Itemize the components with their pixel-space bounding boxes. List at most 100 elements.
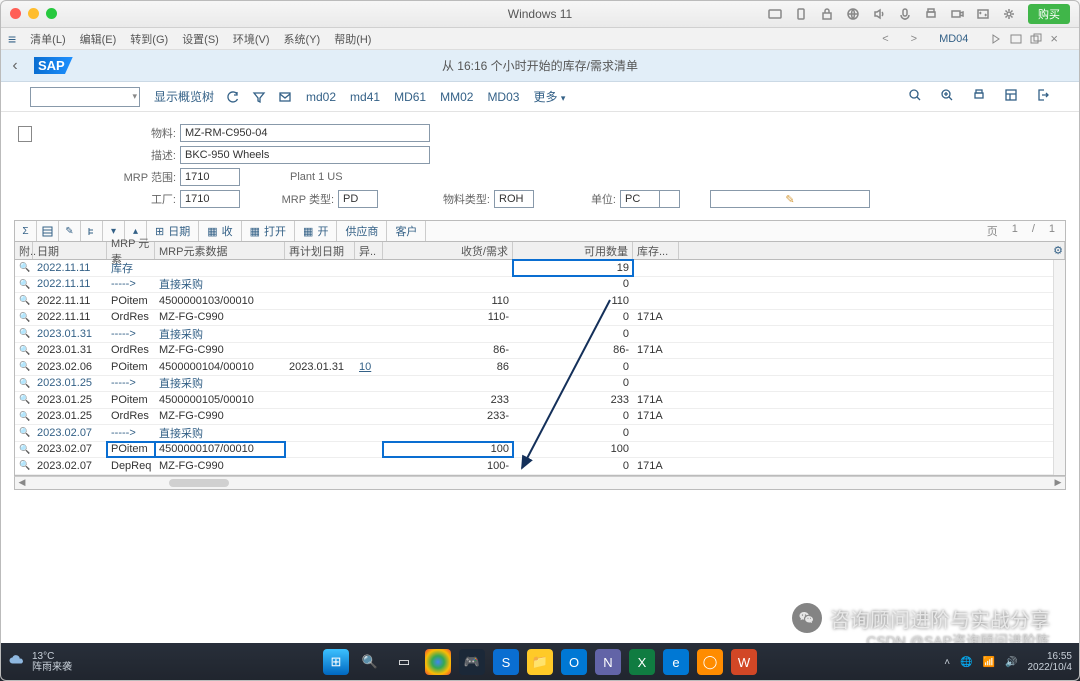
col-recreq[interactable]: 收货/需求 <box>383 242 513 259</box>
tcode-link[interactable]: md02 <box>306 90 336 104</box>
detail-icon[interactable]: 🔍 <box>19 345 30 356</box>
back-button[interactable]: ‹ <box>0 57 30 75</box>
sound-icon[interactable] <box>872 7 886 21</box>
tray-volume-icon[interactable]: 🔊 <box>1005 657 1017 668</box>
camera-icon[interactable] <box>950 7 964 21</box>
chevron-right-icon[interactable]: > <box>911 33 917 45</box>
layout-icon[interactable] <box>1004 88 1018 105</box>
zoom-dot[interactable] <box>46 8 57 19</box>
menu-item[interactable]: 帮助(H) <box>334 31 371 47</box>
col-date[interactable]: 日期 <box>33 242 107 259</box>
mrparea-input[interactable]: 1710 <box>180 168 240 186</box>
uom-input[interactable]: PC <box>620 190 660 208</box>
tcode-link[interactable]: MD61 <box>394 90 426 104</box>
chevron-left-icon[interactable]: < <box>882 33 888 45</box>
sap-icon[interactable]: S <box>493 649 519 675</box>
search-plus-icon[interactable] <box>940 88 954 105</box>
edit-icon[interactable]: ✎ <box>59 221 81 241</box>
cell-exception[interactable]: 10 <box>355 359 383 375</box>
weather-widget[interactable]: 13°C阵雨来袭 <box>8 651 72 673</box>
minimize-dot[interactable] <box>28 8 39 19</box>
start-icon[interactable]: ⊞ <box>323 649 349 675</box>
keyboard-icon[interactable] <box>768 7 782 21</box>
detail-icon[interactable]: 🔍 <box>19 427 30 438</box>
buy-button[interactable]: 购买 <box>1028 4 1070 24</box>
show-tree-link[interactable]: 显示概览树 <box>154 88 214 105</box>
table-row[interactable]: 🔍2022.11.11OrdResMZ-FG-C990110-0171A <box>15 310 1065 327</box>
detail-icon[interactable]: 🔍 <box>19 460 30 471</box>
detail-icon[interactable]: 🔍 <box>19 361 30 372</box>
vendor-button[interactable]: 供应商 <box>337 221 387 241</box>
overlap-icon[interactable] <box>1030 33 1042 45</box>
grid-settings-icon[interactable]: ⚙ <box>1053 244 1063 257</box>
app-icon[interactable]: ◯ <box>697 649 723 675</box>
device-icon[interactable] <box>794 7 808 21</box>
folder-icon[interactable]: 📁 <box>527 649 553 675</box>
table-row[interactable]: 🔍2023.01.25POitem4500000105/000102332331… <box>15 392 1065 409</box>
tray-lang-icon[interactable]: 🌐 <box>960 657 972 668</box>
print-icon[interactable] <box>924 7 938 21</box>
system-tray[interactable]: ˄ 🌐 📶 🔊 16:55 2022/10/4 <box>944 651 1072 673</box>
menu-item[interactable]: 编辑(E) <box>80 31 117 47</box>
tray-wifi-icon[interactable]: 📶 <box>983 657 995 668</box>
globe-icon[interactable] <box>846 7 860 21</box>
vertical-scrollbar[interactable] <box>1053 260 1065 475</box>
detail-icon[interactable]: 🔍 <box>19 444 30 455</box>
gear-icon[interactable] <box>1002 7 1016 21</box>
print-icon[interactable] <box>972 88 986 105</box>
detail-icon[interactable] <box>37 221 59 241</box>
menu-item[interactable]: 环境(V) <box>233 31 270 47</box>
material-input[interactable]: MZ-RM-C950-04 <box>180 124 430 142</box>
col-mrpdata[interactable]: MRP元素数据 <box>155 242 285 259</box>
detail-icon[interactable]: 🔍 <box>19 394 30 405</box>
table-row[interactable]: 🔍2022.11.11POitem4500000103/00010110110 <box>15 293 1065 310</box>
tcode-label[interactable]: MD04 <box>939 33 968 45</box>
detail-icon[interactable]: 🔍 <box>19 328 30 339</box>
onenote-icon[interactable]: N <box>595 649 621 675</box>
table-row[interactable]: 🔍2023.02.07DepReqMZ-FG-C990100-0171A <box>15 458 1065 475</box>
table-row[interactable]: 🔍2022.11.11库存19 <box>15 260 1065 277</box>
open-button[interactable]: ▦打开 <box>242 221 295 241</box>
detail-icon[interactable]: 🔍 <box>19 295 30 306</box>
detail-icon[interactable]: 🔍 <box>19 312 30 323</box>
mic-icon[interactable] <box>898 7 912 21</box>
menu-item[interactable]: 设置(S) <box>182 31 219 47</box>
material-extra-button[interactable]: ✎ <box>710 190 870 208</box>
close-dot[interactable] <box>10 8 21 19</box>
close-icon[interactable]: × <box>1050 31 1058 46</box>
uom-help[interactable] <box>660 190 680 208</box>
col-mrpel[interactable]: MRP 元素 <box>107 242 155 259</box>
tcode-link[interactable]: MD03 <box>487 90 519 104</box>
mrptype-input[interactable]: PD <box>338 190 378 208</box>
steam-icon[interactable]: 🎮 <box>459 649 485 675</box>
plant-input[interactable]: 1710 <box>180 190 240 208</box>
col-exc[interactable]: 异.. <box>355 242 383 259</box>
command-field[interactable]: ▾ <box>30 87 140 107</box>
excel-icon[interactable]: X <box>629 649 655 675</box>
search-task-icon[interactable]: 🔍 <box>357 649 383 675</box>
menu-item[interactable]: 清单(L) <box>30 31 65 47</box>
receive-button[interactable]: ▦收 <box>199 221 241 241</box>
detail-icon[interactable]: 🔍 <box>19 378 30 389</box>
tcode-link[interactable]: MM02 <box>440 90 473 104</box>
table-row[interactable]: 🔍2022.11.11----->直接采购0 <box>15 277 1065 294</box>
table-row[interactable]: 🔍2023.02.07POitem4500000107/00010100100 <box>15 442 1065 459</box>
table-row[interactable]: 🔍2023.01.31----->直接采购0 <box>15 326 1065 343</box>
detail-icon[interactable]: 🔍 <box>19 262 30 273</box>
document-icon[interactable] <box>18 126 32 142</box>
horizontal-scrollbar[interactable]: ◀▶ <box>14 476 1066 490</box>
filter-icon[interactable] <box>252 90 266 104</box>
sum-icon[interactable]: Σ <box>15 221 37 241</box>
exit-icon[interactable] <box>1036 88 1050 105</box>
more-dropdown[interactable]: 更多 ▾ <box>533 88 565 105</box>
menu-item[interactable]: 系统(Y) <box>284 31 321 47</box>
tree-icon[interactable] <box>81 221 103 241</box>
lock-icon[interactable] <box>820 7 834 21</box>
desc-input[interactable]: BKC-950 Wheels <box>180 146 430 164</box>
refresh-icon[interactable] <box>226 90 240 104</box>
taskview-icon[interactable]: ▭ <box>391 649 417 675</box>
outlook-icon[interactable]: O <box>561 649 587 675</box>
run-icon[interactable] <box>990 33 1002 45</box>
menu-burger-icon[interactable]: ≡ <box>8 31 16 47</box>
transfer-icon[interactable] <box>976 7 990 21</box>
